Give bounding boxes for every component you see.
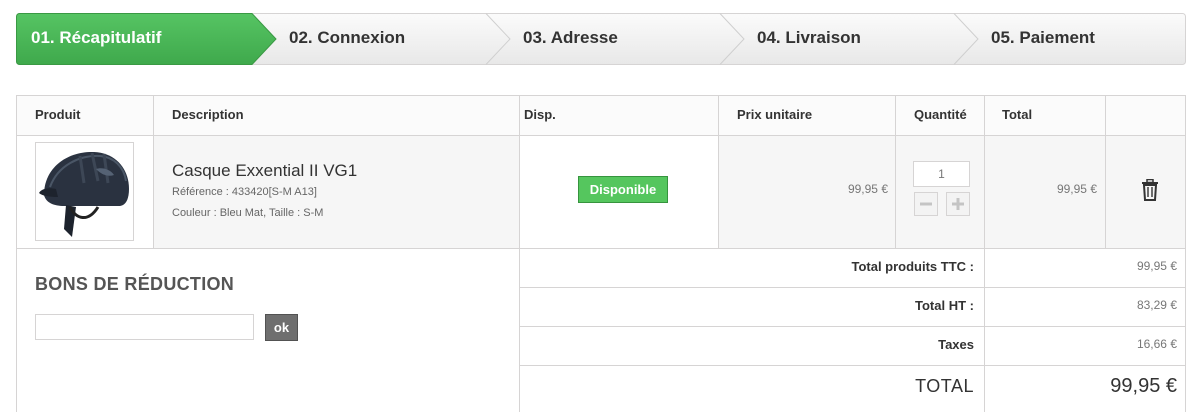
header-product: Produit — [35, 107, 81, 122]
table-header-row: Produit Description Disp. Prix unitaire … — [17, 96, 1185, 135]
step-payment[interactable]: 05. Paiement — [991, 13, 1095, 63]
quantity-increase-button[interactable] — [946, 192, 970, 216]
delete-item-button[interactable] — [1140, 178, 1160, 201]
header-availability: Disp. — [524, 107, 556, 122]
step-login[interactable]: 02. Connexion — [289, 13, 405, 63]
product-name[interactable]: Casque Exxential II VG1 — [172, 161, 357, 181]
minus-icon — [920, 202, 932, 206]
total-products-label: Total produits TTC : — [851, 259, 974, 274]
header-description: Description — [172, 107, 244, 122]
line-total: 99,95 € — [1056, 182, 1097, 196]
plus-icon — [952, 198, 964, 210]
grand-total-label: TOTAL — [915, 376, 974, 396]
header-unit-price: Prix unitaire — [737, 107, 813, 122]
riding-helmet-image — [39, 151, 129, 237]
header-total: Total — [1002, 107, 1033, 122]
total-products-value: 99,95 € — [1136, 259, 1177, 273]
quantity-input[interactable]: 1 — [913, 161, 970, 187]
taxes-value: 16,66 € — [1136, 337, 1177, 351]
trash-icon — [1142, 178, 1158, 201]
header-quantity: Quantité — [914, 107, 967, 122]
availability-badge: Disponible — [578, 176, 668, 203]
taxes-label: Taxes — [938, 337, 974, 352]
voucher-title: BONS DE RÉDUCTION — [35, 274, 235, 294]
total-ht-label: Total HT : — [915, 298, 974, 313]
unit-price: 99,95 € — [847, 182, 888, 196]
checkout-steps: 01. Récapitulatif 02. Connexion 03. Adre… — [16, 13, 1186, 65]
quantity-decrease-button[interactable] — [914, 192, 938, 216]
voucher-code-input[interactable] — [35, 314, 254, 340]
product-reference: Référence : 433420[S-M A13] — [172, 186, 317, 198]
step-address[interactable]: 03. Adresse — [523, 13, 618, 63]
cart-summary-table: Produit Description Disp. Prix unitaire … — [16, 95, 1186, 412]
step-shipping[interactable]: 04. Livraison — [757, 13, 861, 63]
product-thumbnail[interactable] — [35, 142, 134, 241]
step-recap[interactable]: 01. Récapitulatif — [31, 13, 161, 63]
voucher-submit-button[interactable]: ok — [265, 314, 298, 341]
total-ht-value: 83,29 € — [1136, 298, 1177, 312]
product-attributes: Couleur : Bleu Mat, Taille : S-M — [172, 207, 324, 219]
grand-total-value: 99,95 € — [1110, 375, 1177, 397]
